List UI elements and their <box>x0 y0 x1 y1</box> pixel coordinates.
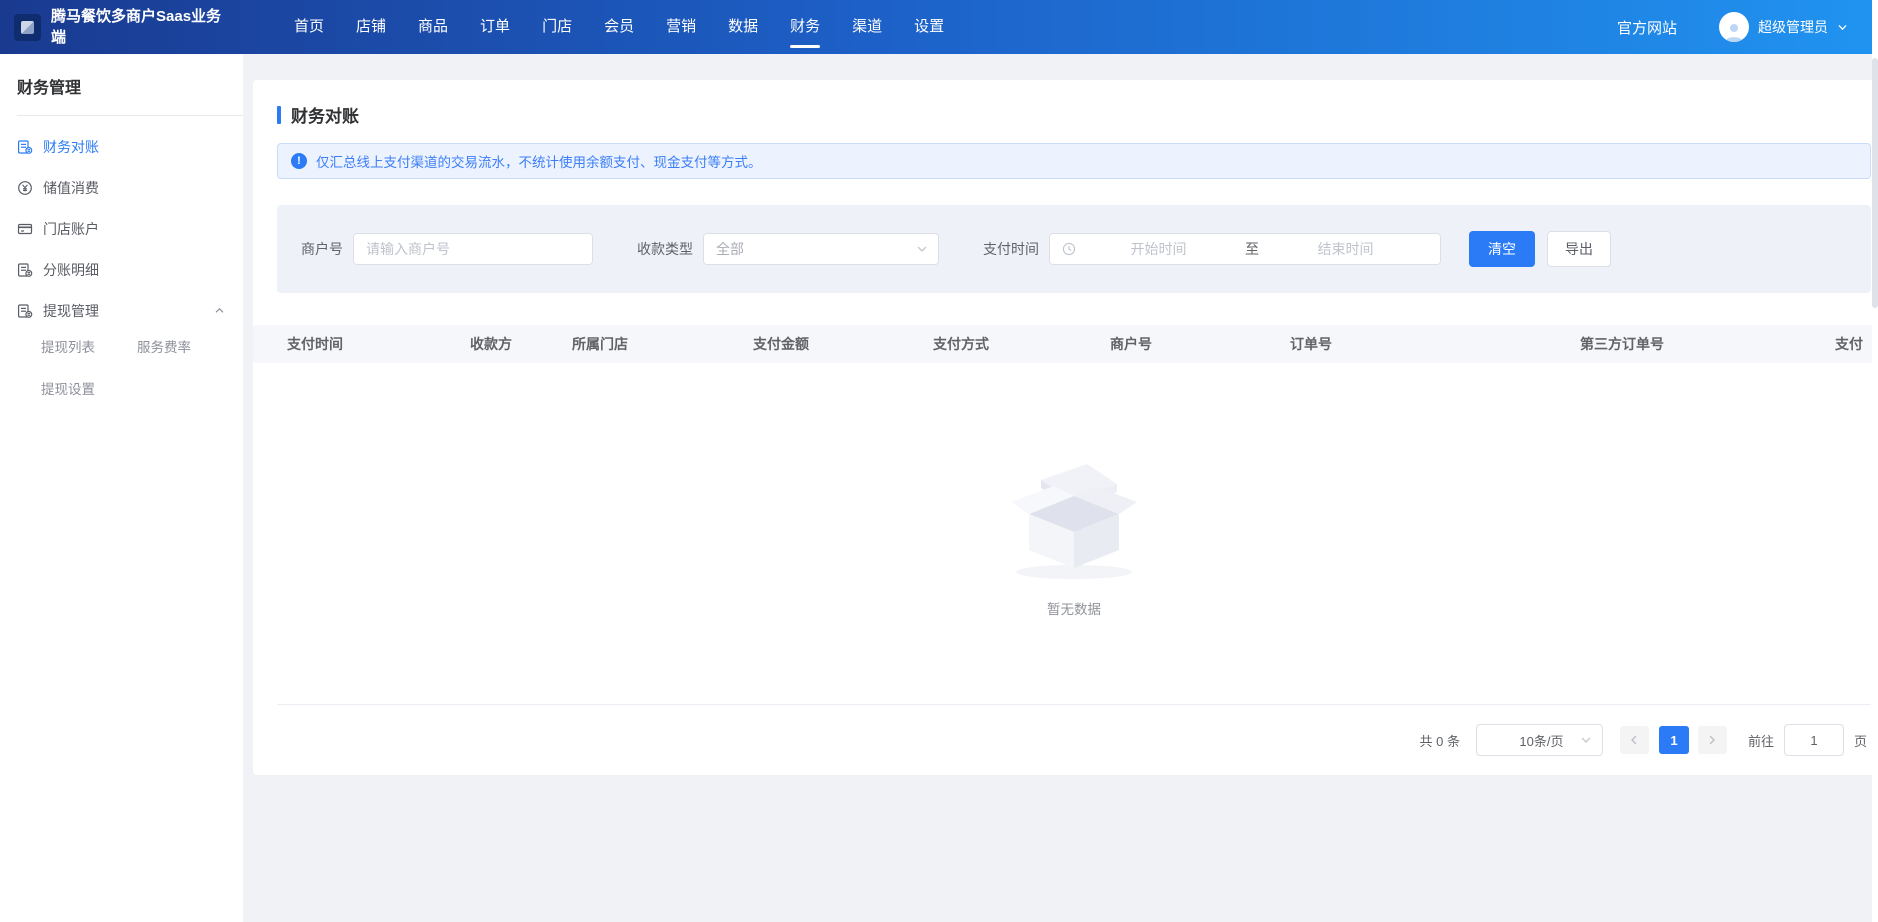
page-number-1[interactable]: 1 <box>1659 726 1689 754</box>
arrow-right-icon <box>1707 735 1717 745</box>
nav-item-members[interactable]: 会员 <box>604 0 634 54</box>
sidebar-title: 财务管理 <box>17 74 243 115</box>
official-site-link[interactable]: 官方网站 <box>1617 17 1677 38</box>
page-title-row: 财务对账 <box>277 102 1871 127</box>
ledger-icon <box>17 262 33 278</box>
title-accent-bar <box>277 106 281 124</box>
submenu-item-withdraw-list[interactable]: 提现列表 <box>41 333 137 363</box>
sidebar-item-label: 门店账户 <box>43 219 99 239</box>
nav-item-finance[interactable]: 财务 <box>790 0 820 54</box>
merchant-input[interactable] <box>353 233 593 265</box>
nav-item-data[interactable]: 数据 <box>728 0 758 54</box>
info-icon: ! <box>291 153 307 169</box>
sidebar-item-label: 分账明细 <box>43 260 99 280</box>
empty-text: 暂无数据 <box>1047 598 1101 618</box>
prev-page-button[interactable] <box>1620 726 1649 754</box>
start-time-placeholder[interactable]: 开始时间 <box>1076 239 1241 259</box>
payee-type-value: 全部 <box>716 239 916 259</box>
payee-type-label: 收款类型 <box>637 239 693 259</box>
column-store: 所属门店 <box>572 334 753 354</box>
sidebar-item-label: 储值消费 <box>43 178 99 198</box>
app-title: 腾马餐饮多商户Saas业务端 <box>51 6 227 48</box>
sidebar-menu: 财务对账 储值消费 门店账户 <box>17 116 243 405</box>
column-merchant-no: 商户号 <box>1110 334 1290 354</box>
app-logo <box>14 14 41 41</box>
filter-panel: 商户号 收款类型 全部 支付时间 开始时间 至 结束时间 <box>277 205 1871 293</box>
empty-box-illustration <box>999 444 1149 584</box>
submenu-item-withdraw-settings[interactable]: 提现设置 <box>41 375 137 405</box>
nav-item-channels[interactable]: 渠道 <box>852 0 882 54</box>
pagination: 共 0 条 10条/页 1 前 <box>253 705 1878 775</box>
column-pay-method: 支付方式 <box>933 334 1110 354</box>
user-menu[interactable]: 超级管理员 <box>1719 12 1848 42</box>
scrollbar-thumb[interactable] <box>1872 58 1878 308</box>
nav-item-orders[interactable]: 订单 <box>480 0 510 54</box>
nav-item-stores[interactable]: 门店 <box>542 0 572 54</box>
main-area: 财务对账 ! 仅汇总线上支付渠道的交易流水，不统计使用余额支付、现金支付等方式。… <box>243 54 1878 922</box>
chevron-down-icon <box>1580 734 1592 746</box>
arrow-left-icon <box>1629 735 1639 745</box>
bank-card-icon <box>17 221 33 237</box>
info-alert: ! 仅汇总线上支付渠道的交易流水，不统计使用余额支付、现金支付等方式。 <box>277 143 1871 179</box>
submenu-item-service-rate[interactable]: 服务费率 <box>137 333 233 363</box>
total-count: 共 0 条 <box>1420 731 1460 750</box>
sidebar-item-store-account[interactable]: 门店账户 <box>17 208 243 249</box>
chevron-down-icon <box>1837 22 1848 33</box>
sidebar-item-withdraw-management[interactable]: 提现管理 <box>17 290 243 331</box>
topnav-right: 官方网站 超级管理员 <box>1617 12 1862 42</box>
nav-item-marketing[interactable]: 营销 <box>666 0 696 54</box>
end-time-placeholder[interactable]: 结束时间 <box>1263 239 1428 259</box>
clock-icon <box>1062 242 1076 256</box>
alert-text: 仅汇总线上支付渠道的交易流水，不统计使用余额支付、现金支付等方式。 <box>316 151 762 171</box>
next-page-button[interactable] <box>1698 726 1727 754</box>
user-icon <box>1723 20 1745 42</box>
column-payee: 收款方 <box>470 334 572 354</box>
column-third-party-order-no: 第三方订单号 <box>1580 334 1835 354</box>
nav-item-goods[interactable]: 商品 <box>418 0 448 54</box>
column-pay-time: 支付时间 <box>253 334 470 354</box>
page-title: 财务对账 <box>291 102 359 127</box>
page-size-value: 10条/页 <box>1503 731 1580 750</box>
pay-time-range-picker[interactable]: 开始时间 至 结束时间 <box>1049 233 1441 265</box>
payee-type-select[interactable]: 全部 <box>703 233 939 265</box>
nav-item-home[interactable]: 首页 <box>294 0 324 54</box>
content-card: 财务对账 ! 仅汇总线上支付渠道的交易流水，不统计使用余额支付、现金支付等方式。… <box>253 80 1878 775</box>
chevron-up-icon <box>214 305 225 316</box>
ledger-icon <box>17 139 33 155</box>
pay-time-label: 支付时间 <box>983 239 1039 259</box>
sidebar-item-label: 财务对账 <box>43 137 99 157</box>
nav-item-settings[interactable]: 设置 <box>914 0 944 54</box>
column-order-no: 订单号 <box>1290 334 1580 354</box>
clear-button[interactable]: 清空 <box>1469 231 1535 267</box>
goto-label: 前往 <box>1748 731 1774 750</box>
user-avatar <box>1719 12 1749 42</box>
page-size-select[interactable]: 10条/页 <box>1476 724 1603 756</box>
goto-page-input[interactable] <box>1784 724 1844 756</box>
column-amount: 支付金额 <box>753 334 933 354</box>
yen-circle-icon <box>17 180 33 196</box>
brand: 腾马餐饮多商户Saas业务端 <box>14 6 242 48</box>
withdraw-submenu: 提现列表 服务费率 提现设置 <box>41 333 243 405</box>
sidebar-item-stored-value[interactable]: 储值消费 <box>17 167 243 208</box>
page-unit-label: 页 <box>1854 731 1867 750</box>
sidebar: 财务管理 财务对账 储 <box>0 54 243 922</box>
table-body: 暂无数据 <box>253 363 1878 704</box>
page-scrollbar[interactable] <box>1872 0 1878 922</box>
range-separator: 至 <box>1241 239 1263 259</box>
export-button[interactable]: 导出 <box>1547 231 1611 267</box>
app-logo-mark <box>21 21 34 34</box>
nav-item-shop[interactable]: 店铺 <box>356 0 386 54</box>
sidebar-item-reconciliation[interactable]: 财务对账 <box>17 126 243 167</box>
ledger-icon <box>17 303 33 319</box>
empty-state: 暂无数据 <box>999 444 1149 618</box>
chevron-down-icon <box>916 243 928 255</box>
main-nav: 首页 店铺 商品 订单 门店 会员 营销 数据 财务 渠道 设置 <box>278 0 960 54</box>
username: 超级管理员 <box>1758 17 1828 37</box>
sidebar-item-label: 提现管理 <box>43 301 99 321</box>
top-navbar: 腾马餐饮多商户Saas业务端 首页 店铺 商品 订单 门店 会员 营销 数据 财… <box>0 0 1878 54</box>
table-header: 支付时间 收款方 所属门店 支付金额 支付方式 商户号 订单号 第三方订单号 支… <box>253 325 1878 363</box>
merchant-label: 商户号 <box>301 239 343 259</box>
sidebar-item-split-detail[interactable]: 分账明细 <box>17 249 243 290</box>
